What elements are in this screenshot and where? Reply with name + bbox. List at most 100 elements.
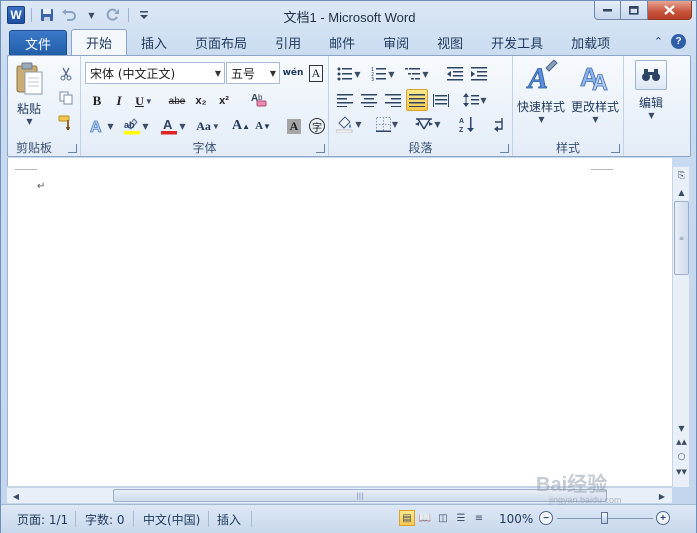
font-color-button[interactable]: A ▼ <box>159 116 187 136</box>
minimize-button[interactable] <box>594 1 621 20</box>
chinese-layout-button[interactable]: ▼ <box>413 114 443 134</box>
sort-button[interactable]: AZ <box>457 114 477 134</box>
tab-page-layout[interactable]: 页面布局 <box>181 30 261 55</box>
align-left-button[interactable] <box>335 90 355 110</box>
document-canvas[interactable] <box>7 158 672 486</box>
editing-dropdown-icon[interactable]: ▼ <box>648 111 654 120</box>
show-marks-button[interactable] <box>489 114 509 134</box>
character-border-icon: A <box>308 64 324 82</box>
maximize-button[interactable] <box>621 1 648 20</box>
web-layout-icon[interactable]: ◫ <box>435 510 451 526</box>
paragraph-shading-button[interactable]: ▼ <box>335 114 363 134</box>
scroll-right-icon[interactable]: ▶ <box>655 489 669 503</box>
quick-styles-dropdown-icon[interactable]: ▼ <box>538 115 544 124</box>
enclose-characters-button[interactable]: 字 <box>307 116 327 136</box>
font-size-combo[interactable]: 五号 ▼ <box>226 62 280 84</box>
quick-styles-button[interactable]: A 快速样式 ▼ <box>517 60 565 124</box>
align-right-button[interactable] <box>383 90 403 110</box>
change-case-button[interactable]: Aa ▼ <box>193 116 223 136</box>
zoom-level[interactable]: 100% <box>499 510 533 528</box>
help-icon[interactable]: ? <box>671 34 686 49</box>
change-styles-dropdown-icon[interactable]: ▼ <box>592 115 598 124</box>
zoom-slider-thumb[interactable] <box>601 512 608 524</box>
multilevel-list-button[interactable]: ▼ <box>403 64 431 84</box>
text-effects-button[interactable]: A ▼ <box>87 116 115 136</box>
print-layout-view-icon[interactable]: ▤ <box>399 510 415 526</box>
shrink-font-button[interactable]: A ▼ <box>253 116 273 136</box>
page-count[interactable]: 页面: 1/1 <box>17 510 68 528</box>
text-highlight-button[interactable]: ab ▼ <box>121 116 151 136</box>
numbering-icon: 123 <box>371 67 387 81</box>
language[interactable]: 中文(中国) <box>143 510 200 528</box>
distributed-button[interactable] <box>431 90 451 110</box>
outline-view-icon[interactable]: ☰ <box>453 510 469 526</box>
cut-icon[interactable] <box>56 64 76 84</box>
align-center-button[interactable] <box>359 90 379 110</box>
vertical-scrollbar[interactable]: ⎘ ▲ ≡ ▼ ▲▲ ○ ▼▼ <box>672 167 689 487</box>
minimize-ribbon-icon[interactable]: ⌃ <box>654 35 663 48</box>
tab-insert[interactable]: 插入 <box>127 30 181 55</box>
superscript-button[interactable]: x² <box>214 91 234 111</box>
clear-formatting-button[interactable]: Ab <box>249 89 269 109</box>
tab-file[interactable]: 文件 <box>9 30 68 55</box>
horizontal-scroll-thumb[interactable]: ||| <box>113 489 607 502</box>
numbering-button[interactable]: 1 2 3 ▼ <box>369 64 397 84</box>
zoom-out-icon[interactable]: − <box>539 511 553 525</box>
status-separator <box>208 511 209 527</box>
character-border-button[interactable]: A <box>306 63 326 83</box>
tab-view[interactable]: 视图 <box>423 30 477 55</box>
italic-button[interactable]: I <box>109 91 129 111</box>
tab-mailings[interactable]: 邮件 <box>315 30 369 55</box>
strikethrough-button[interactable]: abe <box>165 91 189 111</box>
justify-button[interactable] <box>406 89 428 111</box>
full-screen-reading-icon[interactable]: 📖 <box>417 510 433 526</box>
font-launcher-icon[interactable] <box>316 144 325 153</box>
character-shading-button[interactable]: A <box>284 116 304 136</box>
copy-icon[interactable] <box>56 88 76 108</box>
select-browse-object-icon[interactable]: ○ <box>674 450 689 464</box>
word-count[interactable]: 字数: 0 <box>85 510 125 528</box>
tab-review[interactable]: 审阅 <box>369 30 423 55</box>
bullets-button[interactable]: ▼ <box>335 64 363 84</box>
paste-button[interactable]: 粘贴 ▼ <box>14 62 44 126</box>
subscript-button[interactable]: x₂ <box>191 91 211 111</box>
decrease-indent-button[interactable] <box>445 64 465 84</box>
phonetic-guide-button[interactable]: wén <box>283 63 304 83</box>
bold-button[interactable]: B <box>87 91 107 111</box>
tab-addins[interactable]: 加载项 <box>557 30 624 55</box>
next-page-icon[interactable]: ▼▼ <box>674 465 689 479</box>
tab-developer[interactable]: 开发工具 <box>477 30 557 55</box>
paint-bucket-icon <box>336 115 353 133</box>
close-button[interactable] <box>648 1 692 20</box>
editing-button[interactable]: 编辑 ▼ <box>635 60 667 120</box>
grow-font-button[interactable]: A ▲ <box>231 116 251 136</box>
find-binoculars-icon <box>635 60 667 90</box>
tab-references[interactable]: 引用 <box>261 30 315 55</box>
vertical-scroll-thumb[interactable]: ≡ <box>674 201 689 275</box>
font-size-dropdown-icon[interactable]: ▼ <box>270 69 276 78</box>
ruler-toggle-icon[interactable]: ⎘ <box>674 169 689 183</box>
format-painter-icon[interactable] <box>56 112 76 132</box>
draft-view-icon[interactable]: ≡ <box>471 510 487 526</box>
paste-dropdown-icon[interactable]: ▼ <box>26 117 32 126</box>
title-bar: W ▼ 文档1 - Microsoft Word <box>1 1 697 29</box>
paragraph-launcher-icon[interactable] <box>500 144 509 153</box>
font-name-combo[interactable]: 宋体 (中文正文) ▼ <box>85 62 225 84</box>
underline-button[interactable]: U ▼ <box>131 91 157 111</box>
tab-home[interactable]: 开始 <box>71 29 128 56</box>
font-name-dropdown-icon[interactable]: ▼ <box>215 69 221 78</box>
zoom-in-icon[interactable]: + <box>656 511 670 525</box>
change-styles-label: 更改样式 <box>571 100 620 114</box>
previous-page-icon[interactable]: ▲▲ <box>674 435 689 449</box>
borders-button[interactable]: ▼ <box>373 114 401 134</box>
align-left-icon <box>337 93 353 107</box>
clipboard-launcher-icon[interactable] <box>68 144 77 153</box>
scroll-up-icon[interactable]: ▲ <box>674 185 689 199</box>
change-styles-button[interactable]: AA 更改样式 ▼ <box>571 60 619 124</box>
line-spacing-button[interactable]: ▼ <box>461 90 489 110</box>
increase-indent-button[interactable] <box>469 64 489 84</box>
insert-mode[interactable]: 插入 <box>217 510 241 528</box>
scroll-down-icon[interactable]: ▼ <box>674 421 689 435</box>
scroll-left-icon[interactable]: ◀ <box>9 489 23 503</box>
styles-launcher-icon[interactable] <box>611 144 620 153</box>
